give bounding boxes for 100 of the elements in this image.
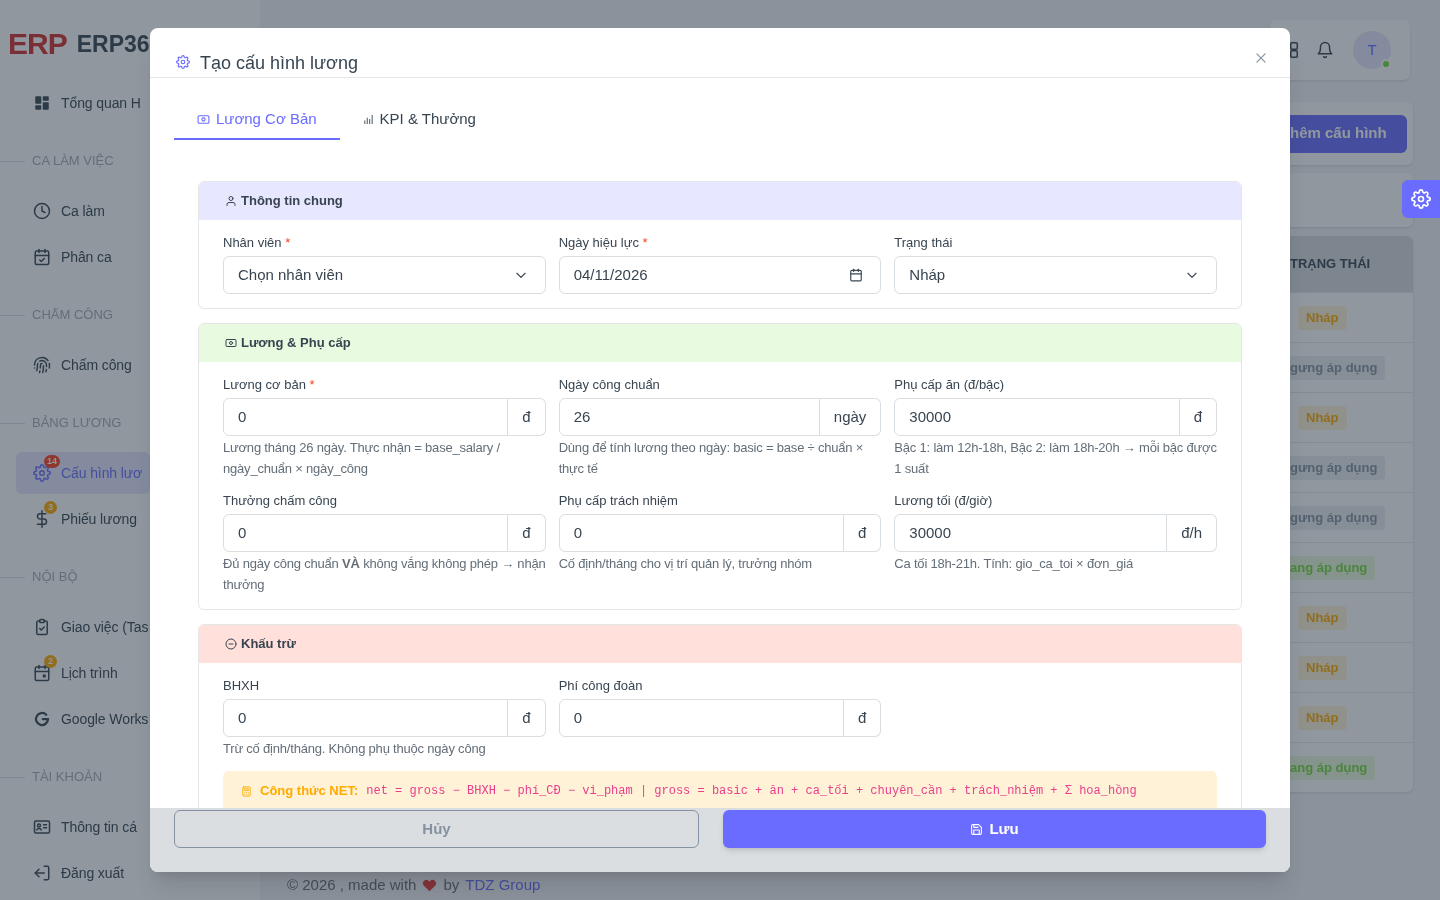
sidebar-item[interactable]: Giao việc (Tas xyxy=(16,606,150,648)
gear-icon xyxy=(176,55,190,69)
field-label: Lương cơ bản * xyxy=(223,376,316,394)
tab[interactable]: Lương Cơ Bản xyxy=(174,100,340,140)
unit-label: đ/h xyxy=(1167,514,1217,552)
count-badge: 14 xyxy=(44,455,60,468)
field-label: BHXH xyxy=(223,677,261,695)
calculator-icon xyxy=(241,785,252,797)
gear-icon xyxy=(33,464,51,482)
heart-icon xyxy=(422,877,438,893)
help-text: Đủ ngày công chuẩn VÀ không vắng không phép → nhận thưởng xyxy=(223,555,546,594)
sidebar-item[interactable]: Ca làm xyxy=(16,190,150,232)
input-field[interactable]: 30000 xyxy=(894,398,1180,436)
app-name: ERP36 xyxy=(76,30,150,59)
section-title: Thông tin chung xyxy=(241,192,343,211)
footer-text: by xyxy=(443,876,460,894)
help-text: Ca tối 18h-21h. Tính: gio_ca_toi × đơn_giá xyxy=(894,555,1135,573)
sidebar-item[interactable]: Tổng quan H xyxy=(16,82,150,124)
close-button[interactable] xyxy=(1254,51,1268,65)
field-label: Phí công đoàn xyxy=(558,677,644,695)
modal-title: Tạo cấu hình lương xyxy=(200,52,358,75)
g-letter-icon xyxy=(33,710,51,728)
column-header: TRẠNG THÁI xyxy=(1290,255,1371,274)
status-badge: ang áp dụng xyxy=(1290,555,1376,580)
status-badge: Nháp xyxy=(1298,305,1347,330)
id-card-icon xyxy=(33,818,51,836)
field-label: Trạng thái xyxy=(894,234,954,252)
input-field[interactable]: 26 xyxy=(558,398,820,436)
save-icon xyxy=(970,822,984,836)
field-label: Ngày công chuẩn xyxy=(558,376,661,394)
status-badge: Nháp xyxy=(1298,705,1347,730)
unit-label: đ xyxy=(844,699,882,737)
settings-button[interactable] xyxy=(1402,180,1440,218)
sidebar-item[interactable]: Phân ca xyxy=(16,236,150,278)
input-field[interactable]: 0 xyxy=(558,514,844,552)
input-field[interactable]: 0 xyxy=(223,699,509,737)
input-field[interactable]: 0 xyxy=(223,514,509,552)
clock-icon xyxy=(33,202,51,220)
sidebar-item[interactable]: 3 Phiếu lương xyxy=(16,498,150,540)
input-field[interactable]: 0 xyxy=(223,398,509,436)
input-field[interactable]: 0 xyxy=(558,699,844,737)
help-text: Cố định/tháng cho vị trí quản lý, trưởng nhóm xyxy=(558,555,813,573)
settings-icon xyxy=(1411,189,1431,209)
tab[interactable]: KPI & Thưởng xyxy=(339,100,499,140)
sidebar-item[interactable]: Thông tin cá xyxy=(16,806,150,848)
date-field[interactable]: 04/11/2026 xyxy=(558,256,882,294)
fingerprint-icon xyxy=(33,356,51,374)
footer-text: © 2026 , made with xyxy=(287,876,417,894)
calendar-icon xyxy=(849,268,864,282)
field-label: Ngày hiệu lực * xyxy=(558,234,649,252)
user-icon xyxy=(225,195,237,207)
help-text: Dùng để tính lương theo ngày: basic = base ÷ chuẩn × thực tế xyxy=(558,439,865,478)
input-field[interactable]: 30000 xyxy=(894,514,1168,552)
calendar-check-icon xyxy=(33,248,51,266)
field-label: Phụ cấp trách nhiệm xyxy=(558,492,679,510)
status-badge: Nháp xyxy=(1298,605,1347,630)
help-text: Bậc 1: làm 12h-18h, Bậc 2: làm 18h-20h → mỗi bậc được 1 suất xyxy=(894,439,1217,478)
formula-code: net = gross − BHXH − phí_CĐ − vi_phạm | gross = basic + ăn + ca_tối + chuyên_cần + trách_nhiệm + Σ hoa_hồng xyxy=(366,783,1137,800)
sidebar-item[interactable]: 14 Cấu hình lươ xyxy=(16,452,150,494)
calendar-icon xyxy=(33,664,51,682)
status-badge: ang áp dụng xyxy=(1290,755,1376,780)
bell-icon xyxy=(1316,41,1334,59)
field-label: Lương tối (đ/giờ) xyxy=(894,492,994,510)
unit-label: đ xyxy=(1179,398,1217,436)
unit-label: đ xyxy=(508,398,546,436)
unit-label: đ xyxy=(508,514,546,552)
minus-circle-icon xyxy=(225,638,237,650)
banknote-icon xyxy=(197,112,210,126)
select-field[interactable]: Nháp xyxy=(894,256,1217,294)
unit-label: đ xyxy=(844,514,882,552)
dashboard-icon xyxy=(33,94,51,112)
sidebar-item[interactable]: Đăng xuất xyxy=(16,852,150,894)
count-badge: 2 xyxy=(44,655,57,668)
field-label: Phụ cấp ăn (đ/bậc) xyxy=(894,376,1006,394)
logout-icon xyxy=(33,864,51,882)
save-button[interactable]: Lưu xyxy=(723,810,1266,848)
unit-label: đ xyxy=(508,699,546,737)
field-label: Nhân viên * xyxy=(223,234,292,252)
status-badge: Nháp xyxy=(1298,405,1347,430)
help-text: Lương tháng 26 ngày. Thực nhận = base_salary / ngày_chuẩn × ngày_công xyxy=(223,439,501,478)
sidebar-item[interactable]: Google Works xyxy=(16,698,150,740)
section-title: Khấu trừ xyxy=(241,635,296,654)
sidebar-item[interactable]: Chấm công xyxy=(16,344,150,386)
banknote-icon xyxy=(225,337,237,349)
add-button[interactable]: hêm cấu hình xyxy=(1290,114,1407,153)
logo: ERP xyxy=(8,26,67,62)
section-title: Lương & Phụ cấp xyxy=(241,334,351,353)
grid-icon xyxy=(1290,42,1298,58)
close-icon xyxy=(1254,51,1268,65)
field-label: Thưởng chấm công xyxy=(223,492,339,510)
help-text: Trừ cố định/tháng. Không phụ thuộc ngày công xyxy=(223,740,487,758)
cancel-button[interactable]: Hủy xyxy=(174,810,699,848)
bar-chart-icon xyxy=(362,113,374,125)
count-badge: 3 xyxy=(44,501,57,514)
clipboard-check-icon xyxy=(33,618,51,636)
avatar[interactable]: T xyxy=(1353,31,1391,69)
status-badge: Nháp xyxy=(1298,655,1347,680)
footer-link[interactable]: TDZ Group xyxy=(465,876,541,894)
select-field[interactable]: Chọn nhân viên xyxy=(223,256,546,294)
sidebar-item[interactable]: 2 Lịch trình xyxy=(16,652,150,694)
